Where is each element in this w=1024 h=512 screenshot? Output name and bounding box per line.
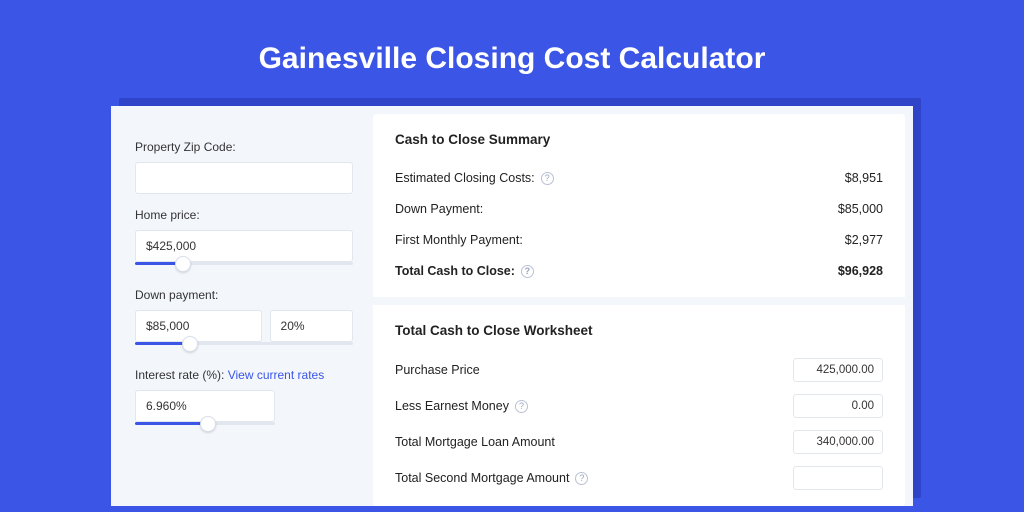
calculator-body: Property Zip Code: Home price: Down paym… <box>111 106 913 506</box>
down-payment-amount-input[interactable] <box>135 310 262 342</box>
worksheet-row-label: Purchase Price <box>395 363 480 377</box>
worksheet-row-value[interactable] <box>793 358 883 382</box>
worksheet-row-value[interactable] <box>793 430 883 454</box>
slider-thumb[interactable] <box>182 336 198 352</box>
worksheet-row: Less Earnest Money ? <box>395 388 883 424</box>
summary-row: First Monthly Payment: $2,977 <box>395 225 883 256</box>
summary-row: Down Payment: $85,000 <box>395 194 883 225</box>
view-rates-link[interactable]: View current rates <box>228 368 325 382</box>
home-price-label: Home price: <box>135 208 353 222</box>
page-title: Gainesville Closing Cost Calculator <box>259 42 766 76</box>
down-payment-pct-input[interactable] <box>270 310 353 342</box>
summary-total-label: Total Cash to Close: <box>395 264 515 278</box>
home-price-input[interactable] <box>135 230 353 262</box>
worksheet-row: Purchase Price <box>395 352 883 388</box>
interest-rate-slider[interactable] <box>135 422 275 434</box>
worksheet-row: Total Mortgage Loan Amount <box>395 424 883 460</box>
down-payment-field: Down payment: <box>135 288 353 354</box>
worksheet-heading: Total Cash to Close Worksheet <box>395 323 883 338</box>
worksheet-row: Total Second Mortgage Amount ? <box>395 460 883 496</box>
worksheet-section: Total Cash to Close Worksheet Purchase P… <box>373 297 905 496</box>
summary-row-label: Estimated Closing Costs: <box>395 171 535 185</box>
summary-row-label: Down Payment: <box>395 202 483 216</box>
slider-thumb[interactable] <box>175 256 191 272</box>
worksheet-row-label: Total Mortgage Loan Amount <box>395 435 555 449</box>
worksheet-row-label: Less Earnest Money <box>395 399 509 413</box>
worksheet-row-label: Total Second Mortgage Amount <box>395 471 569 485</box>
summary-row-value: $85,000 <box>838 202 883 216</box>
summary-row: Estimated Closing Costs: ? $8,951 <box>395 163 883 194</box>
summary-total-row: Total Cash to Close: ? $96,928 <box>395 256 883 287</box>
interest-rate-field: Interest rate (%): View current rates <box>135 368 353 434</box>
calculator-card: Property Zip Code: Home price: Down paym… <box>111 106 913 506</box>
summary-total-value: $96,928 <box>838 264 883 278</box>
summary-row-label: First Monthly Payment: <box>395 233 523 247</box>
zip-field: Property Zip Code: <box>135 140 353 194</box>
slider-thumb[interactable] <box>200 416 216 432</box>
help-icon[interactable]: ? <box>575 472 588 485</box>
down-payment-slider[interactable] <box>135 342 353 354</box>
home-price-field: Home price: <box>135 208 353 274</box>
zip-input[interactable] <box>135 162 353 194</box>
help-icon[interactable]: ? <box>515 400 528 413</box>
worksheet-row-value[interactable] <box>793 466 883 490</box>
home-price-slider[interactable] <box>135 262 353 274</box>
help-icon[interactable]: ? <box>541 172 554 185</box>
help-icon[interactable]: ? <box>521 265 534 278</box>
interest-rate-label-text: Interest rate (%): <box>135 368 224 382</box>
summary-row-value: $2,977 <box>845 233 883 247</box>
results-panel: Cash to Close Summary Estimated Closing … <box>373 114 905 506</box>
interest-rate-label: Interest rate (%): View current rates <box>135 368 353 382</box>
summary-row-value: $8,951 <box>845 171 883 185</box>
zip-label: Property Zip Code: <box>135 140 353 154</box>
worksheet-row-value[interactable] <box>793 394 883 418</box>
slider-fill <box>135 422 208 425</box>
summary-heading: Cash to Close Summary <box>395 132 883 147</box>
down-payment-label: Down payment: <box>135 288 353 302</box>
inputs-sidebar: Property Zip Code: Home price: Down paym… <box>111 106 373 506</box>
